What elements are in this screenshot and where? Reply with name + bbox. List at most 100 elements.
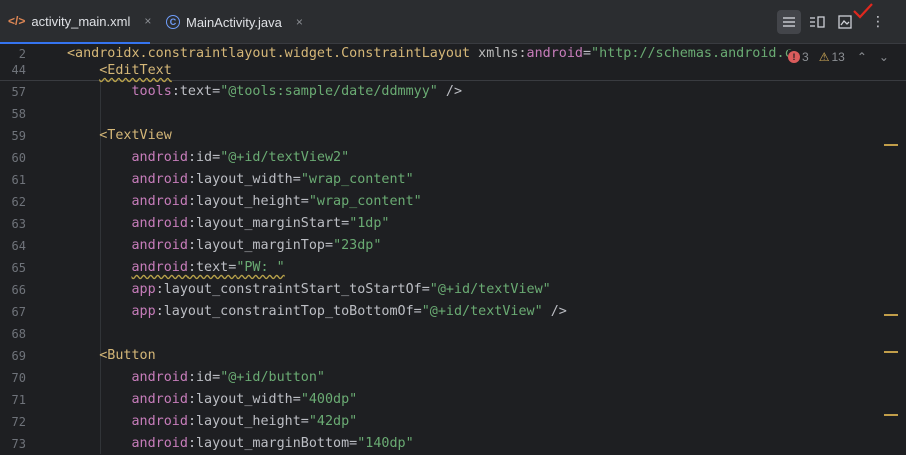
code-view-button[interactable] — [777, 10, 801, 34]
code-text: <TextView — [67, 125, 172, 147]
code-text: android:layout_marginStart="1dp" — [67, 213, 390, 235]
line-number: 63 — [11, 217, 26, 231]
code-token: "@+id/button" — [220, 370, 325, 385]
warning-marker[interactable] — [884, 351, 898, 353]
tab-main-activity-java[interactable]: C MainActivity.java × — [160, 0, 320, 44]
xml-file-icon: </> — [8, 14, 26, 28]
line-number: 57 — [11, 85, 26, 99]
design-view-icon — [838, 15, 852, 29]
code-token: android — [131, 436, 188, 451]
code-line[interactable]: 67 app:layout_constraintTop_toBottomOf="… — [0, 301, 906, 323]
code-line[interactable]: 70 android:id="@+id/button" — [0, 367, 906, 389]
line-number: 61 — [11, 173, 26, 187]
close-icon[interactable]: × — [296, 15, 303, 29]
code-text: android:id="@+id/button" — [67, 367, 326, 389]
code-token: :id= — [187, 150, 221, 165]
split-view-button[interactable] — [805, 10, 829, 34]
close-icon[interactable]: × — [144, 14, 151, 28]
code-line[interactable]: 64 android:layout_marginTop="23dp" — [0, 235, 906, 257]
line-number: 73 — [11, 437, 26, 451]
line-number: 44 — [11, 63, 26, 77]
code-token: "23dp" — [333, 238, 382, 253]
warning-count: 13 — [831, 50, 845, 64]
code-line[interactable]: 73 android:layout_marginBottom="140dp" — [0, 433, 906, 455]
code-token: android — [131, 194, 188, 209]
chevron-down-icon[interactable]: ⌄ — [879, 50, 889, 64]
editor-tab-bar: </> activity_main.xml × C MainActivity.j… — [0, 0, 906, 44]
code-line[interactable]: 61 android:layout_width="wrap_content" — [0, 169, 906, 191]
code-line[interactable]: 62 android:layout_height="wrap_content" — [0, 191, 906, 213]
warning-icon: ⚠ — [818, 50, 830, 64]
code-line[interactable]: 57 tools:text="@tools:sample/date/ddmmyy… — [0, 81, 906, 103]
code-line[interactable]: 71 android:layout_width="400dp" — [0, 389, 906, 411]
code-text: <Button — [67, 345, 155, 367]
code-token: /> — [437, 84, 463, 99]
code-token: "wrap_content" — [300, 172, 414, 187]
code-text: android:layout_height="wrap_content" — [67, 191, 422, 213]
code-editor[interactable]: 57 tools:text="@tools:sample/date/ddmmyy… — [0, 44, 906, 454]
code-token: <androidx.constraintlayout.widget.Constr… — [67, 46, 479, 61]
code-token: app — [131, 304, 156, 319]
code-line[interactable]: 44 <EditText — [0, 60, 906, 81]
code-view-icon — [783, 17, 795, 27]
code-text: app:layout_constraintStart_toStartOf="@+… — [67, 279, 551, 301]
code-token: "@tools:sample/date/ddmmyy" — [220, 84, 438, 99]
more-options-button[interactable]: ⋮ — [866, 10, 890, 34]
line-number: 68 — [11, 327, 26, 341]
code-line[interactable]: 68 — [0, 323, 906, 345]
code-token: android — [131, 392, 188, 407]
code-token: "140dp" — [357, 436, 414, 451]
warning-marker[interactable] — [884, 314, 898, 316]
line-number: 72 — [11, 415, 26, 429]
line-number: 67 — [11, 305, 26, 319]
code-token: <TextView — [99, 128, 172, 143]
java-class-icon: C — [166, 15, 180, 29]
code-token: :layout_width= — [187, 172, 301, 187]
code-line[interactable]: 58 — [0, 103, 906, 125]
code-line[interactable]: 66 app:layout_constraintStart_toStartOf=… — [0, 279, 906, 301]
code-token: /> — [542, 304, 567, 319]
code-token: "wrap_content" — [308, 194, 422, 209]
tab-label: MainActivity.java — [186, 14, 282, 30]
chevron-up-icon[interactable]: ⌃ — [857, 50, 867, 64]
code-line[interactable]: 65 android:text="PW: " — [0, 257, 906, 279]
code-token: android — [131, 238, 188, 253]
code-text: android:layout_marginBottom="140dp" — [67, 433, 414, 455]
line-number: 71 — [11, 393, 26, 407]
warning-marker[interactable] — [884, 144, 898, 146]
inspection-widget[interactable]: ! 3 ⚠ 13 ⌃ ⌄ — [788, 50, 889, 64]
line-number: 65 — [11, 261, 26, 275]
code-line[interactable]: 59 <TextView — [0, 125, 906, 147]
code-line[interactable]: 60 android:id="@+id/textView2" — [0, 147, 906, 169]
code-text: android:layout_height="42dp" — [67, 411, 358, 433]
code-text: android:layout_marginTop="23dp" — [67, 235, 382, 257]
code-token: android — [131, 414, 188, 429]
code-token: "http://schemas.android.c — [591, 46, 793, 61]
error-count: 3 — [802, 50, 809, 64]
code-line[interactable]: 63 android:layout_marginStart="1dp" — [0, 213, 906, 235]
warning-marker[interactable] — [884, 414, 898, 416]
code-token: :text= — [187, 260, 237, 275]
code-line[interactable]: 69 <Button — [0, 345, 906, 367]
tab-label: activity_main.xml — [31, 13, 131, 29]
code-line[interactable]: 72 android:layout_height="42dp" — [0, 411, 906, 433]
error-icon: ! — [788, 51, 800, 63]
code-text: app:layout_constraintTop_toBottomOf="@+i… — [67, 301, 567, 323]
line-number: 58 — [11, 107, 26, 121]
tab-activity-main-xml[interactable]: </> activity_main.xml × — [0, 0, 151, 44]
code-token: <EditText — [99, 63, 172, 78]
code-text: <EditText — [67, 60, 172, 81]
more-icon: ⋮ — [871, 14, 885, 30]
